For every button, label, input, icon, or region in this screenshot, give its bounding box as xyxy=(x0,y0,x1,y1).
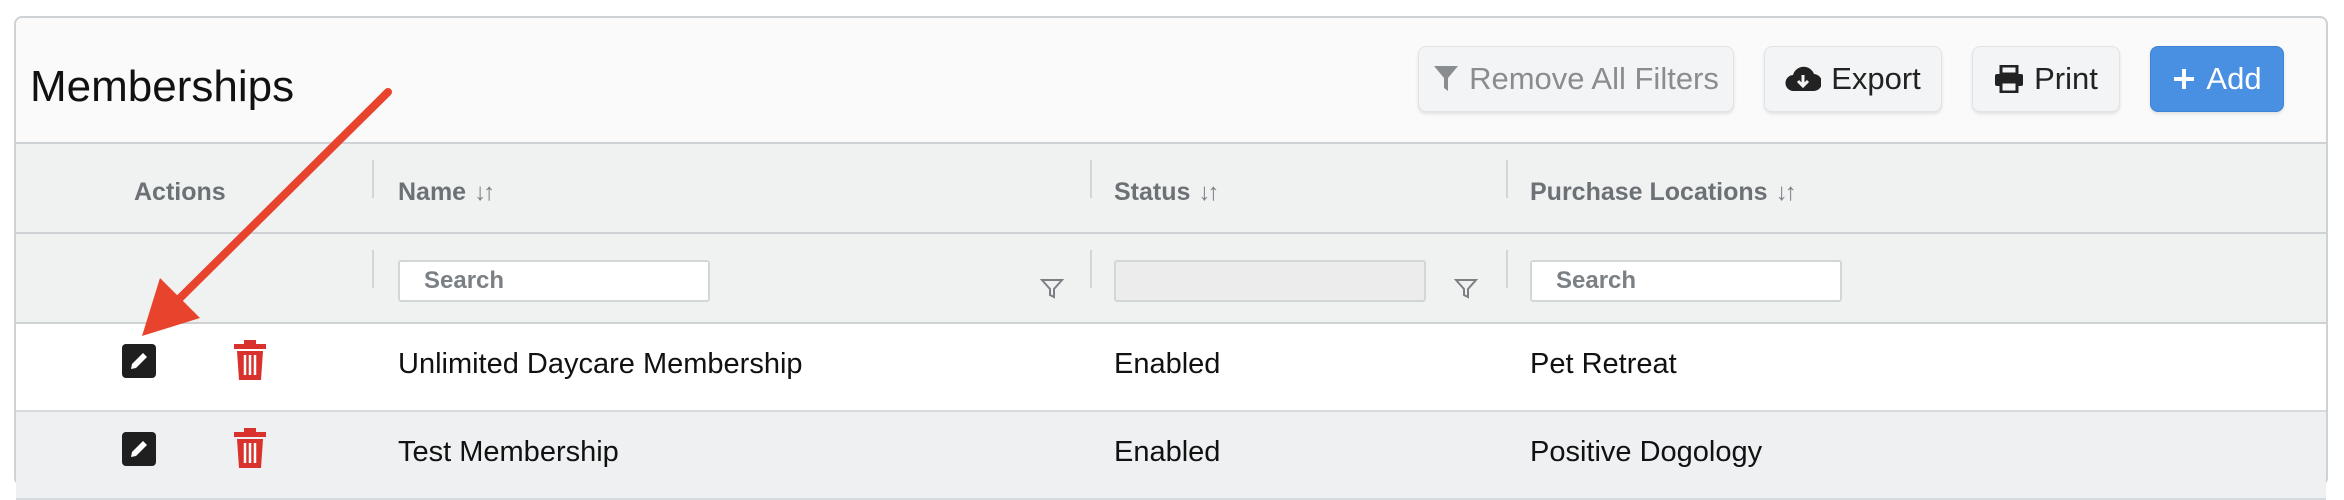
print-button[interactable]: Print xyxy=(1972,46,2120,112)
sort-icon[interactable]: ↓↑ xyxy=(474,179,495,207)
edit-icon[interactable] xyxy=(122,344,156,383)
trash-icon[interactable] xyxy=(234,428,266,473)
column-divider xyxy=(1506,160,1508,198)
edit-icon[interactable] xyxy=(122,432,156,471)
print-label: Print xyxy=(2034,61,2098,96)
table-row: Unlimited Daycare Membership Enabled Pet… xyxy=(16,324,2326,412)
column-divider xyxy=(1090,250,1092,288)
table-header-row: Actions Name ↓↑ Status ↓↑ Purchase Locatio… xyxy=(16,142,2326,234)
column-header-purchase-locations[interactable]: Purchase Locations ↓↑ xyxy=(1530,178,1797,207)
column-divider xyxy=(1506,250,1508,288)
trash-icon[interactable] xyxy=(234,340,266,385)
add-button[interactable]: Add xyxy=(2150,46,2284,112)
export-button[interactable]: Export xyxy=(1764,46,1942,112)
export-label: Export xyxy=(1831,61,1921,96)
membership-name: Test Membership xyxy=(398,436,619,468)
column-header-actions: Actions xyxy=(134,178,226,206)
column-divider xyxy=(1090,160,1092,198)
table-filter-row: Search Search xyxy=(16,234,2326,324)
remove-all-filters-label: Remove All Filters xyxy=(1469,61,1719,96)
membership-status: Enabled xyxy=(1114,436,1221,468)
membership-name: Unlimited Daycare Membership xyxy=(398,348,803,380)
sort-icon[interactable]: ↓↑ xyxy=(1198,179,1219,207)
sort-icon[interactable]: ↓↑ xyxy=(1776,179,1797,207)
column-filter-icon[interactable] xyxy=(1039,278,1065,305)
add-label: Add xyxy=(2206,61,2262,96)
name-search-input[interactable]: Search xyxy=(398,260,710,302)
printer-icon xyxy=(1994,65,2024,93)
page-title: Memberships xyxy=(30,62,295,111)
cloud-download-icon xyxy=(1785,65,1822,93)
remove-all-filters-button[interactable]: Remove All Filters xyxy=(1418,46,1734,112)
table-row: Test Membership Enabled Positive Dogolog… xyxy=(16,412,2326,500)
purchase-locations-search-input[interactable]: Search xyxy=(1530,260,1842,302)
column-header-name[interactable]: Name ↓↑ xyxy=(398,178,495,207)
membership-purchase-locations: Positive Dogology xyxy=(1530,436,1763,468)
membership-purchase-locations: Pet Retreat xyxy=(1530,348,1677,380)
column-divider xyxy=(372,160,374,198)
status-filter-select[interactable] xyxy=(1114,260,1426,302)
column-filter-icon[interactable] xyxy=(1453,278,1479,305)
plus-icon xyxy=(2172,67,2196,91)
funnel-icon xyxy=(1433,64,1459,94)
column-divider xyxy=(372,250,374,288)
membership-status: Enabled xyxy=(1114,348,1221,380)
column-header-status[interactable]: Status ↓↑ xyxy=(1114,178,1219,207)
